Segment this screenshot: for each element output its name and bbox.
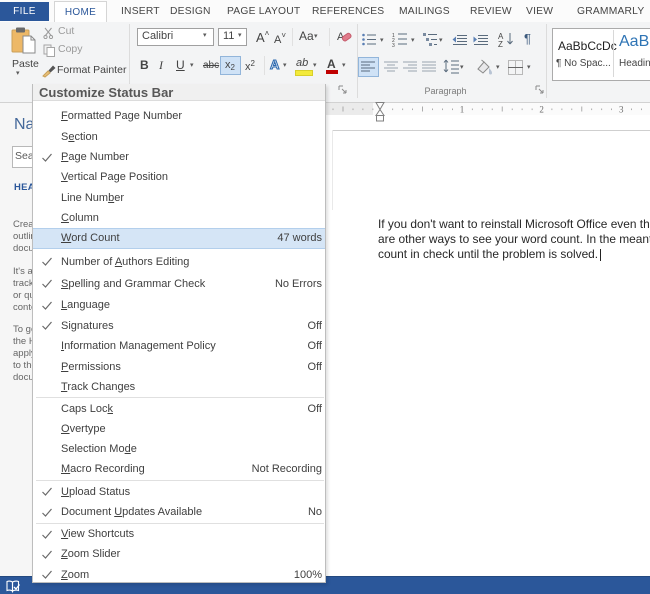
svg-text:Z: Z bbox=[498, 40, 503, 47]
svg-text:3: 3 bbox=[392, 43, 395, 47]
svg-text:2: 2 bbox=[539, 105, 544, 115]
svg-text:3: 3 bbox=[619, 105, 624, 115]
svg-text:1: 1 bbox=[460, 105, 465, 115]
